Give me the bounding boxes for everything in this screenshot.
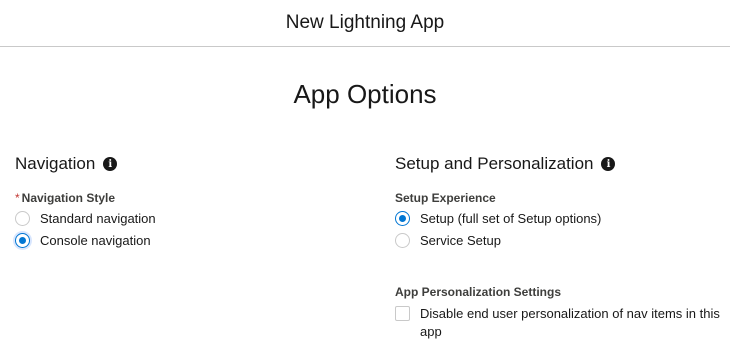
navigation-heading: Navigation i xyxy=(15,153,365,175)
radio-button[interactable] xyxy=(15,210,30,226)
modal-title: New Lightning App xyxy=(285,12,445,33)
navigation-section: Navigation i * Navigation Style Standard … xyxy=(15,153,365,249)
radio-button[interactable] xyxy=(15,232,30,248)
app-personalization-label: App Personalization Settings xyxy=(395,285,562,299)
setup-personalization-section: Setup and Personalization i Setup Experi… xyxy=(395,153,725,341)
navigation-style-label-text: Navigation Style xyxy=(21,191,116,205)
radio-service-setup[interactable]: Service Setup xyxy=(395,231,725,249)
setup-experience-label: Setup Experience xyxy=(395,191,496,205)
section-title: App Options xyxy=(293,79,437,109)
radio-label[interactable]: Setup (full set of Setup options) xyxy=(420,211,601,226)
navigation-style-label: * Navigation Style xyxy=(15,191,365,205)
radio-label[interactable]: Standard navigation xyxy=(40,211,156,226)
required-marker: * xyxy=(15,191,20,205)
radio-label[interactable]: Console navigation xyxy=(40,233,151,248)
setup-heading-text: Setup and Personalization xyxy=(395,154,594,173)
radio-label[interactable]: Service Setup xyxy=(420,233,501,248)
radio-console-navigation[interactable]: Console navigation xyxy=(15,231,365,249)
modal-header: New Lightning App xyxy=(0,0,730,47)
info-icon[interactable]: i xyxy=(103,157,118,171)
checkbox-label[interactable]: Disable end user personalization of nav … xyxy=(420,305,725,341)
disable-personalization-checkbox-row[interactable]: Disable end user personalization of nav … xyxy=(395,305,725,341)
navigation-heading-text: Navigation xyxy=(15,154,96,173)
radio-button[interactable] xyxy=(395,210,410,226)
setup-heading: Setup and Personalization i xyxy=(395,153,725,175)
radio-button[interactable] xyxy=(395,232,410,248)
disable-personalization-checkbox[interactable] xyxy=(395,306,410,321)
info-icon[interactable]: i xyxy=(601,157,616,171)
radio-standard-navigation[interactable]: Standard navigation xyxy=(15,209,365,227)
radio-setup-full[interactable]: Setup (full set of Setup options) xyxy=(395,209,725,227)
